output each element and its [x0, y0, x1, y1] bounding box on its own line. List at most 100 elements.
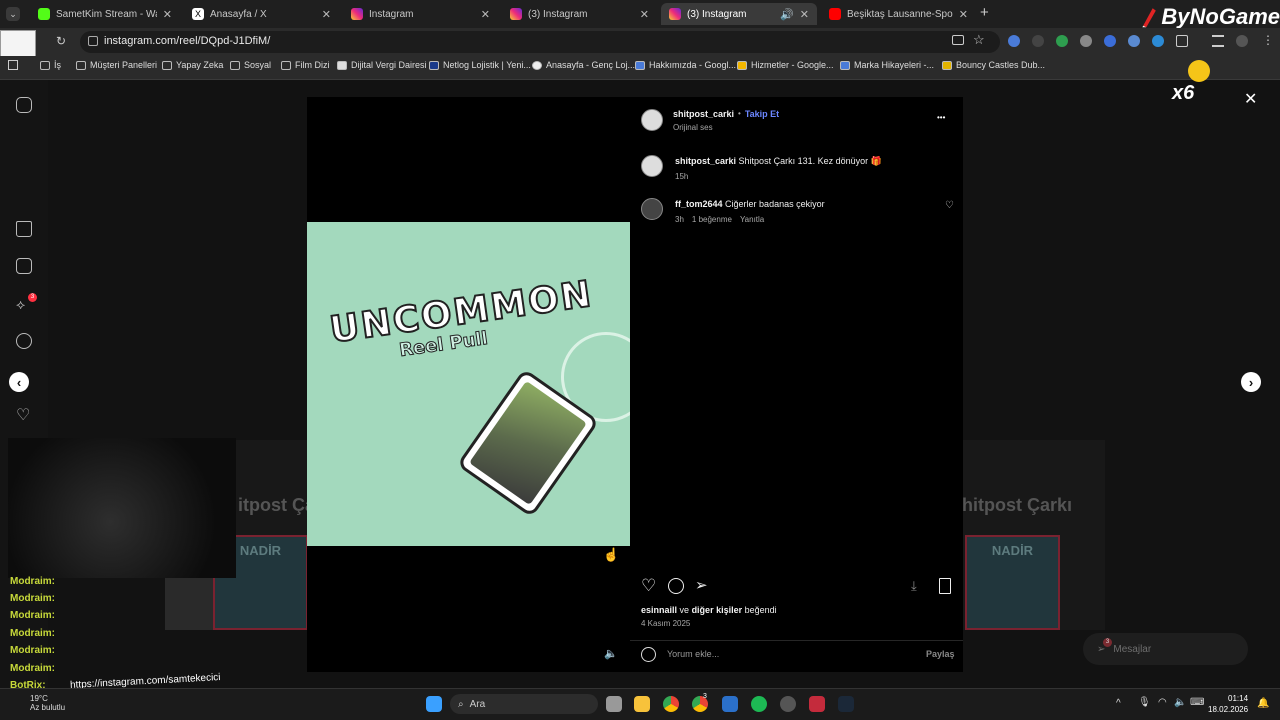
previous-arrow-icon[interactable]: ‹ [9, 372, 29, 392]
tab-title: (3) Instagram [687, 8, 747, 20]
messages-badge: 3 [1103, 638, 1112, 647]
bookmark-link[interactable]: Bouncy Castles Dub... [942, 60, 1045, 70]
save-bookmark-icon[interactable] [939, 578, 951, 594]
tab-search-button[interactable]: ⌄ [6, 7, 20, 21]
chrome-icon[interactable] [663, 696, 679, 712]
tab-sametkim[interactable]: SametKim Stream - Watch Live ✕ [30, 3, 180, 25]
bookmark-link[interactable]: Anasayfa - Genç Loj... [532, 60, 635, 70]
heart-icon[interactable]: ♡ [16, 408, 32, 424]
tab-list-icon[interactable] [1212, 35, 1224, 47]
puzzle-icon[interactable] [1176, 35, 1188, 47]
taskbar-search[interactable]: ⌕ Ara [450, 694, 598, 714]
obs-icon[interactable] [780, 696, 796, 712]
close-icon[interactable]: ✕ [959, 8, 968, 21]
liker-username[interactable]: esinnaill [641, 605, 677, 615]
system-clock[interactable]: 01:14 18.02.2026 [1208, 693, 1248, 715]
bookmark-link[interactable]: Hakkımızda - Googl... [635, 60, 736, 70]
file-explorer-icon[interactable] [634, 696, 650, 712]
tab-instagram-2[interactable]: (3) Instagram ✕ [502, 3, 657, 25]
notifications-icon[interactable]: 🔔 [1257, 698, 1269, 709]
reply-button[interactable]: Yanıtla [740, 215, 764, 224]
bookmark-link[interactable]: Marka Hikayeleri -... [840, 60, 934, 70]
new-tab-button[interactable]: + [980, 4, 989, 21]
bookmark-link[interactable]: Netlog Lojistik | Yeni... [429, 60, 531, 70]
spotify-icon[interactable] [751, 696, 767, 712]
author-username[interactable]: shitpost_carki [673, 109, 734, 119]
tab-x[interactable]: X Anasayfa / X ✕ [184, 3, 339, 25]
instagram-icon [351, 8, 363, 20]
close-icon[interactable]: ✕ [640, 8, 649, 21]
bookmark-link[interactable]: Hizmetler - Google... [737, 60, 834, 70]
home-icon[interactable] [16, 221, 32, 237]
reel-video-frame[interactable]: UNCOMMON Reel Pull [307, 222, 630, 546]
wifi-icon[interactable]: ◠ [1158, 697, 1167, 708]
follow-button[interactable]: Takip Et [745, 109, 779, 119]
comment-username[interactable]: ff_tom2644 [675, 199, 723, 209]
close-icon[interactable]: ✕ [163, 8, 172, 21]
post-comment-button[interactable]: Paylaş [926, 649, 955, 659]
tab-instagram-1[interactable]: Instagram ✕ [343, 3, 498, 25]
close-icon[interactable]: ✕ [322, 8, 331, 21]
extension-icon[interactable] [1104, 35, 1116, 47]
extension-icon[interactable] [1008, 35, 1020, 47]
site-info-icon[interactable] [88, 36, 98, 46]
speaker-icon[interactable]: 🔊 [780, 8, 794, 21]
task-view-icon[interactable] [606, 696, 622, 712]
install-app-icon[interactable] [952, 35, 964, 45]
menu-kebab-icon[interactable]: ⋮ [1262, 33, 1274, 47]
microphone-icon[interactable]: 🎙 [1138, 697, 1151, 708]
bookmark-folder[interactable]: Yapay Zeka [162, 60, 223, 70]
profile-avatar[interactable] [1236, 35, 1248, 47]
app-icon[interactable] [722, 696, 738, 712]
likes-summary[interactable]: esinnaill ve diğer kişiler beğendi [641, 605, 777, 615]
url-text[interactable]: instagram.com/reel/DQpd-J1DfiM/ [104, 35, 270, 47]
download-icon[interactable] [1152, 35, 1164, 47]
bookmark-folder[interactable]: Film Dizi [281, 60, 330, 70]
other-likers[interactable]: diğer kişiler [692, 605, 743, 615]
weather-widget[interactable]: 19°C Az bulutlu [30, 694, 65, 712]
extension-icon[interactable] [1128, 35, 1140, 47]
bookmark-link[interactable]: Dijital Vergi Dairesi [337, 60, 427, 70]
windows-start-icon[interactable] [426, 696, 442, 712]
close-icon[interactable]: ✕ [481, 8, 490, 21]
share-icon[interactable]: ➢ [695, 578, 711, 594]
steam-icon[interactable] [838, 696, 854, 712]
caption-avatar[interactable] [641, 155, 663, 177]
close-icon[interactable]: ✕ [1244, 89, 1257, 109]
search-icon[interactable] [16, 333, 32, 349]
commenter-avatar[interactable] [641, 198, 663, 220]
bookmark-star-icon[interactable]: ☆ [973, 32, 985, 48]
extension-icon[interactable] [1032, 35, 1044, 47]
tray-overflow-icon[interactable]: ^ [1116, 698, 1121, 709]
tab-instagram-active[interactable]: (3) Instagram 🔊 ✕ [661, 3, 817, 25]
location-app-icon[interactable] [809, 696, 825, 712]
bookmark-folder[interactable]: Müşteri Panelleri [76, 60, 157, 70]
close-icon[interactable]: ✕ [800, 8, 809, 21]
download-icon[interactable]: ⤓ [911, 578, 927, 594]
caption-username[interactable]: shitpost_carki [675, 156, 736, 166]
emoji-icon[interactable] [641, 647, 656, 662]
tab-title: Anasayfa / X [210, 8, 267, 20]
like-icon[interactable]: ♡ [641, 577, 657, 594]
reels-icon[interactable] [16, 258, 32, 274]
comment-input[interactable]: Yorum ekle... [667, 649, 719, 659]
comment-like-icon[interactable]: ♡ [945, 200, 954, 211]
instagram-logo-icon[interactable] [16, 97, 32, 113]
reload-icon[interactable]: ↻ [56, 34, 66, 48]
more-options-icon[interactable]: ••• [937, 113, 945, 122]
audio-label[interactable]: Orijinal ses [673, 123, 713, 132]
next-arrow-icon[interactable]: › [1241, 372, 1261, 392]
kick-icon [38, 8, 50, 20]
tab-besiktas[interactable]: Beşiktaş Lausanne-Sport Maç Ö ✕ [821, 3, 976, 25]
network-icon[interactable]: ⌨ [1190, 697, 1204, 708]
apps-grid-icon[interactable] [8, 60, 18, 70]
speaker-icon[interactable]: 🔈 [1174, 697, 1186, 708]
comment-icon[interactable] [668, 578, 684, 594]
volume-button[interactable]: 🔈 [604, 647, 622, 665]
author-avatar[interactable] [641, 109, 663, 131]
comment-likes[interactable]: 1 beğenme [692, 215, 732, 224]
bookmark-folder[interactable]: İş [40, 60, 61, 70]
bookmark-folder[interactable]: Sosyal [230, 60, 271, 70]
shield-icon[interactable] [1056, 35, 1068, 47]
camera-icon[interactable] [1080, 35, 1092, 47]
